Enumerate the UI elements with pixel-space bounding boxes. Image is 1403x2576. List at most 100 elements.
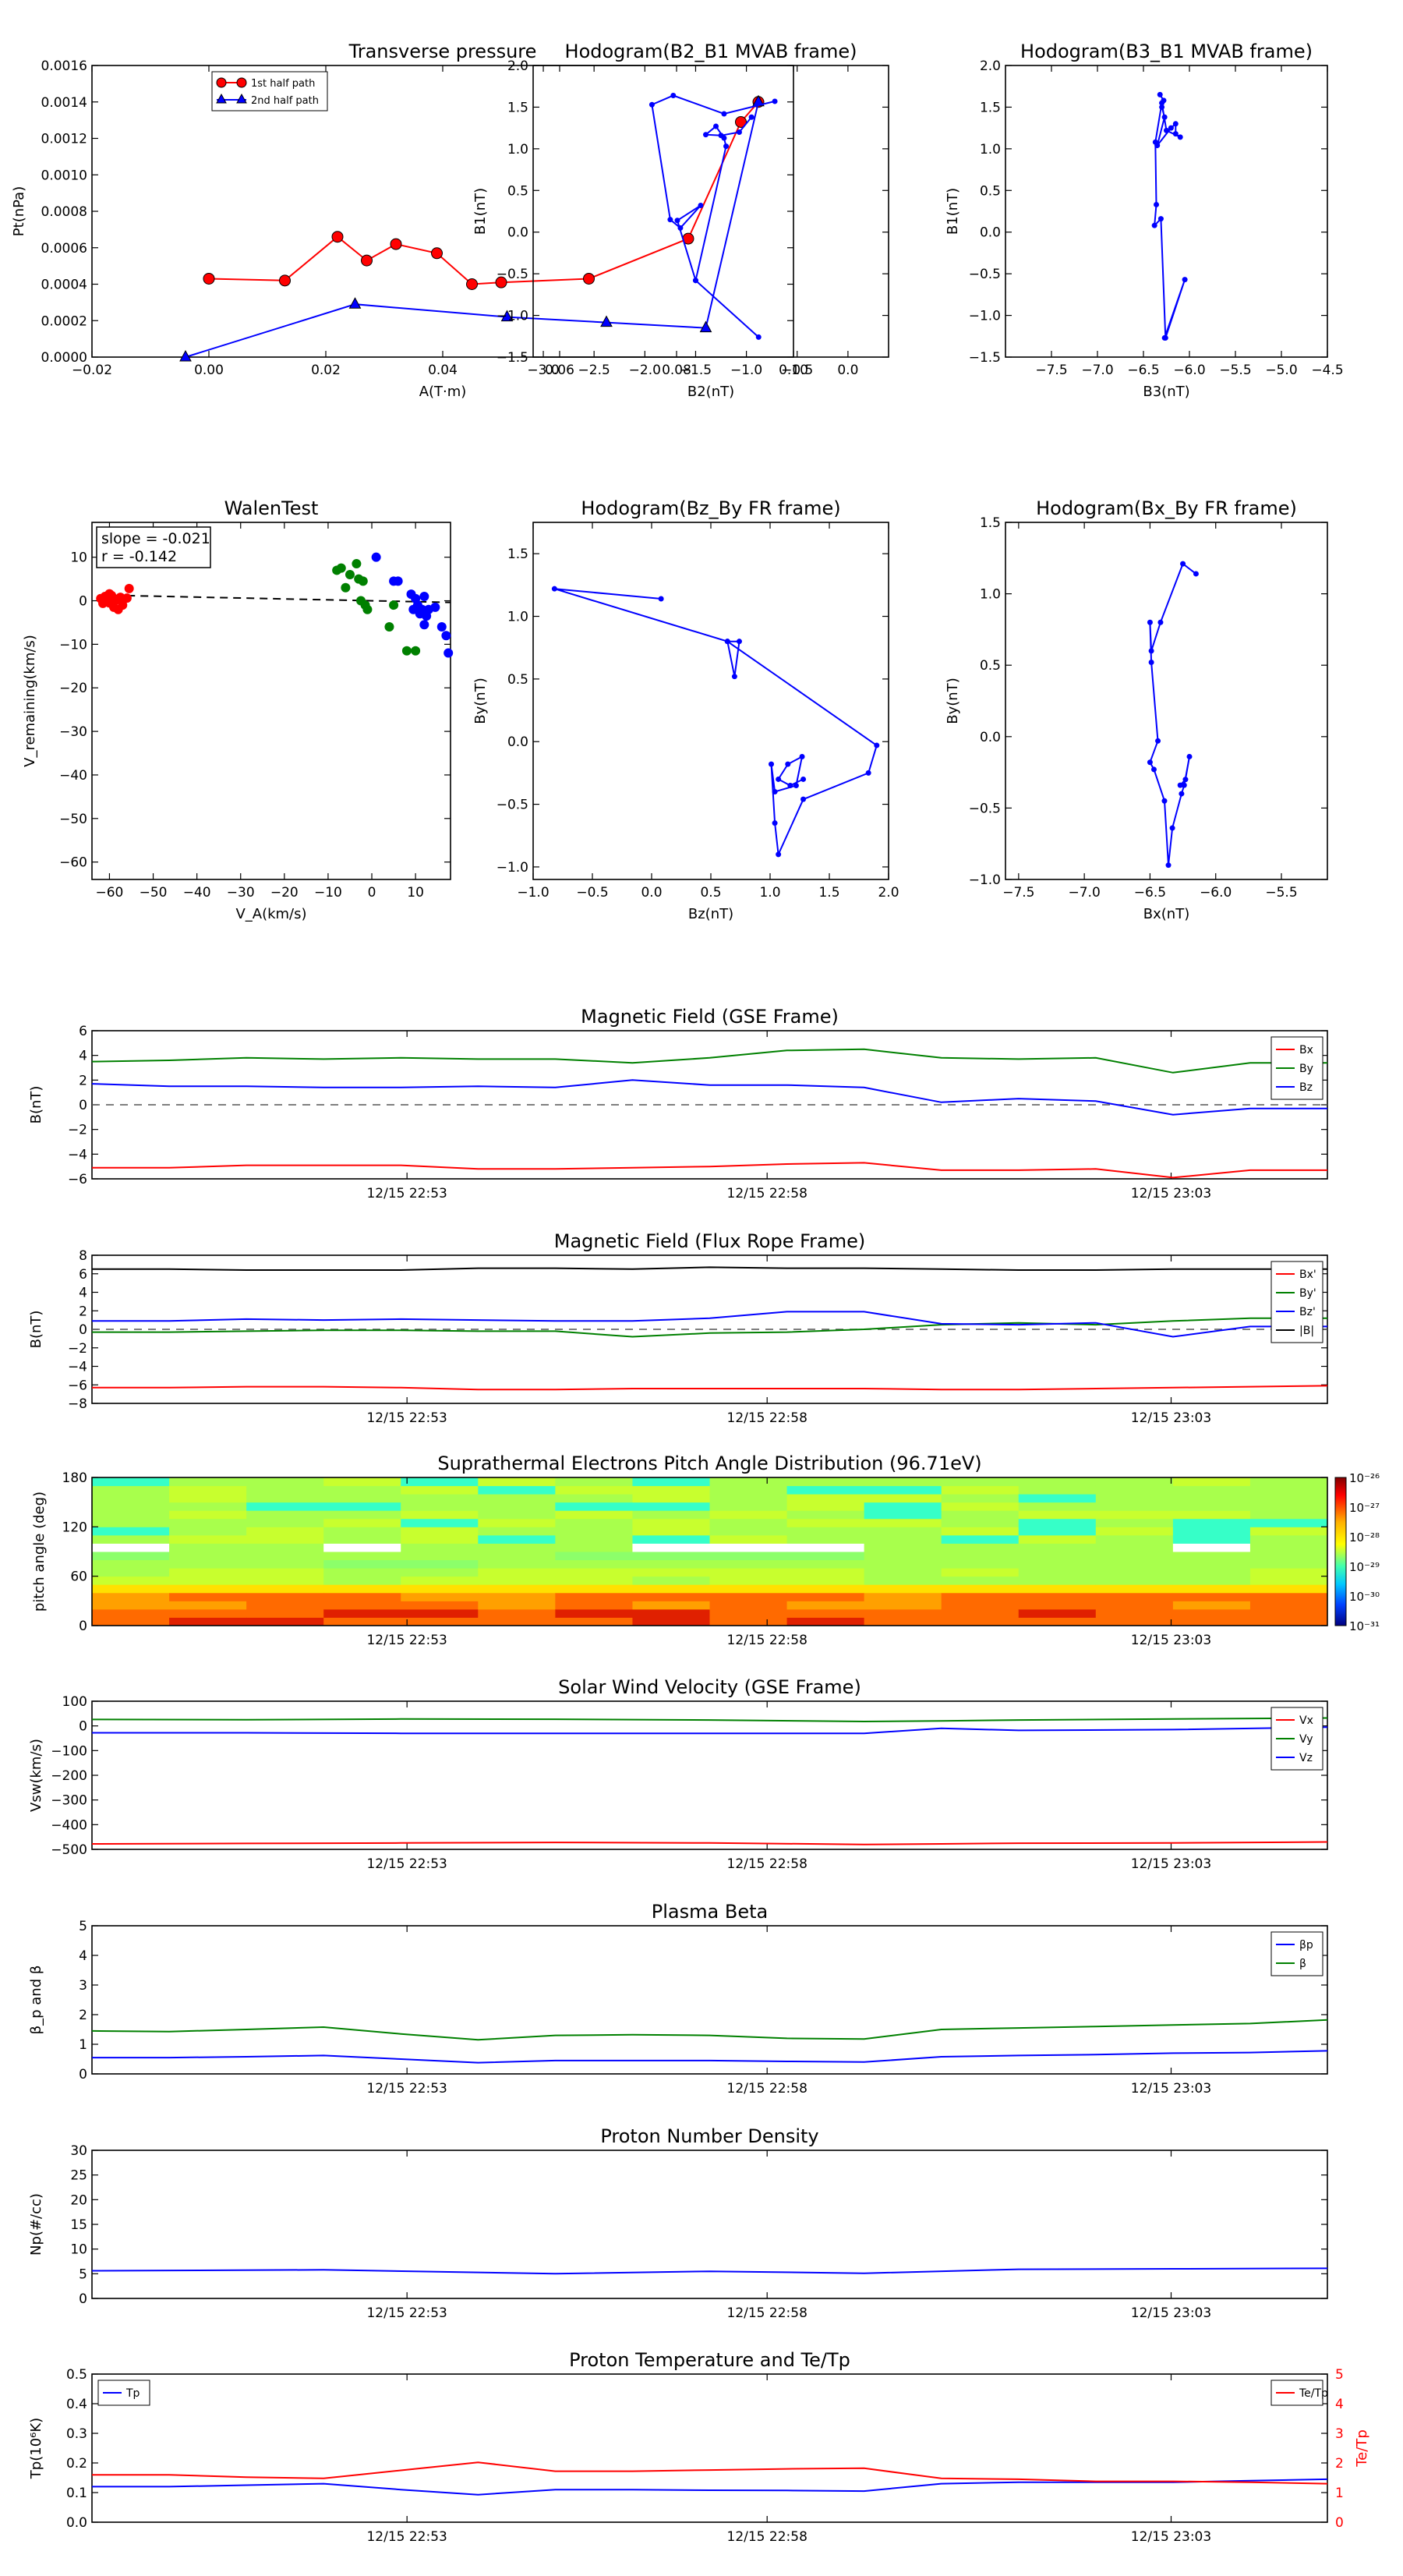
heatmap-cell bbox=[92, 1601, 170, 1610]
heatmap-cell bbox=[1095, 1592, 1174, 1601]
heatmap-cell bbox=[786, 1584, 865, 1594]
y-tick-label: 4 bbox=[79, 1286, 87, 1301]
heatmap-cell bbox=[555, 1617, 633, 1626]
heatmap-cell bbox=[246, 1584, 324, 1594]
heatmap-cell bbox=[401, 1584, 479, 1594]
heatmap-cell bbox=[709, 1510, 788, 1520]
heatmap-cell bbox=[169, 1617, 247, 1626]
y-tick-label: 15 bbox=[70, 2217, 87, 2233]
heatmap-cell bbox=[632, 1592, 710, 1601]
x-tick-label: 12/15 23:03 bbox=[1131, 1856, 1211, 1872]
heatmap-cell bbox=[1018, 1559, 1097, 1569]
y-axis-label: pitch angle (deg) bbox=[31, 1491, 48, 1612]
data-point bbox=[401, 646, 412, 656]
heatmap-cell bbox=[864, 1576, 942, 1585]
y-tick-label: −50 bbox=[59, 812, 87, 827]
data-point bbox=[1157, 216, 1164, 222]
data-point bbox=[724, 639, 730, 645]
heatmap-cell bbox=[709, 1494, 788, 1503]
heatmap-cell bbox=[555, 1576, 633, 1585]
heatmap-cell bbox=[246, 1592, 324, 1601]
heatmap-cell bbox=[1249, 1576, 1328, 1585]
heatmap-cell bbox=[401, 1518, 479, 1527]
y-tick-label: 100 bbox=[62, 1694, 87, 1710]
heatmap-cell bbox=[92, 1608, 170, 1618]
x-tick-label: −1.0 bbox=[730, 363, 762, 378]
heatmap-cell bbox=[323, 1592, 401, 1601]
heatmap-cell bbox=[1172, 1485, 1251, 1495]
heatmap-cell bbox=[169, 1592, 247, 1601]
y-axis-label: B1(nT) bbox=[945, 188, 961, 235]
data-point bbox=[122, 593, 132, 603]
heatmap-cell bbox=[1172, 1576, 1251, 1585]
heatmap-cell bbox=[478, 1617, 556, 1626]
heatmap-cell bbox=[1172, 1477, 1251, 1487]
chart-title: Plasma Beta bbox=[652, 1901, 768, 1923]
heatmap-cell bbox=[1018, 1502, 1097, 1511]
heatmap-cell bbox=[864, 1568, 942, 1577]
heatmap-cell bbox=[864, 1518, 942, 1527]
y-tick-label: −1.5 bbox=[969, 350, 1001, 366]
y-tick-label: −20 bbox=[59, 681, 87, 696]
heatmap-cell bbox=[246, 1568, 324, 1577]
legend-marker bbox=[236, 77, 247, 88]
colorbar-tick-label: 10⁻²⁷ bbox=[1349, 1501, 1380, 1515]
heatmap-cell bbox=[401, 1494, 479, 1503]
data-point bbox=[1180, 561, 1186, 567]
y-tick-label: −200 bbox=[51, 1768, 87, 1784]
heatmap-cell bbox=[478, 1485, 556, 1495]
heatmap-cell bbox=[786, 1543, 865, 1552]
y-tick-label: 2 bbox=[79, 1073, 87, 1088]
y-tick-label: 0.0014 bbox=[41, 95, 87, 111]
heatmap-cell bbox=[786, 1502, 865, 1511]
y-tick-label: −1.5 bbox=[497, 350, 528, 366]
data-point bbox=[736, 639, 742, 645]
data-point bbox=[362, 604, 373, 614]
y-tick-label: 1.5 bbox=[507, 547, 528, 562]
heatmap-cell bbox=[1249, 1543, 1328, 1552]
y-tick-label: 6 bbox=[79, 1024, 87, 1039]
heatmap-cell bbox=[1095, 1534, 1174, 1544]
x-axis-label: Bz(nT) bbox=[688, 906, 733, 922]
heatmap-cell bbox=[323, 1502, 401, 1511]
y-tick-label: 0 bbox=[79, 594, 87, 610]
heatmap-cell bbox=[1249, 1494, 1328, 1503]
data-point bbox=[755, 334, 762, 340]
heatmap-cell bbox=[1249, 1584, 1328, 1594]
y-tick-label: 0 bbox=[79, 1719, 87, 1735]
data-point bbox=[431, 247, 443, 260]
chart-title: Hodogram(Bx_By FR frame) bbox=[1036, 497, 1297, 519]
x-tick-label: −5.0 bbox=[1265, 363, 1297, 378]
data-point bbox=[772, 820, 778, 826]
x-tick-label: −0.5 bbox=[781, 363, 813, 378]
heatmap-cell bbox=[941, 1510, 1020, 1520]
heatmap-cell bbox=[169, 1534, 247, 1544]
heatmap-cell bbox=[1249, 1518, 1328, 1527]
y-tick-label: 0.0 bbox=[66, 2515, 87, 2531]
legend-label: Vy bbox=[1299, 1733, 1313, 1746]
heatmap-cell bbox=[1095, 1559, 1174, 1569]
heatmap-cell bbox=[941, 1576, 1020, 1585]
heatmap-cell bbox=[401, 1608, 479, 1618]
heatmap-cell bbox=[1249, 1477, 1328, 1487]
legend-label: βp bbox=[1299, 1939, 1313, 1951]
heatmap-cell bbox=[709, 1534, 788, 1544]
y-tick-label: 0.5 bbox=[980, 183, 1001, 199]
heatmap-cell bbox=[92, 1568, 170, 1577]
legend-label: Bz bbox=[1299, 1081, 1313, 1094]
y-tick-label: 0.5 bbox=[980, 658, 1001, 674]
y-tick-label: 10 bbox=[70, 550, 87, 566]
heatmap-cell bbox=[478, 1576, 556, 1585]
data-point bbox=[787, 782, 793, 788]
data-point bbox=[1147, 619, 1153, 625]
data-point bbox=[331, 231, 344, 243]
y-tick-label: 30 bbox=[70, 2143, 87, 2159]
legend-label: By bbox=[1299, 1063, 1313, 1075]
annotation-text: r = -0.142 bbox=[101, 548, 177, 565]
x-tick-label: 0.00 bbox=[194, 363, 224, 378]
heatmap-cell bbox=[169, 1518, 247, 1527]
data-point bbox=[1182, 277, 1188, 283]
heatmap-cell bbox=[632, 1527, 710, 1536]
data-point bbox=[776, 851, 782, 858]
legend-label: 2nd half path bbox=[251, 95, 319, 107]
